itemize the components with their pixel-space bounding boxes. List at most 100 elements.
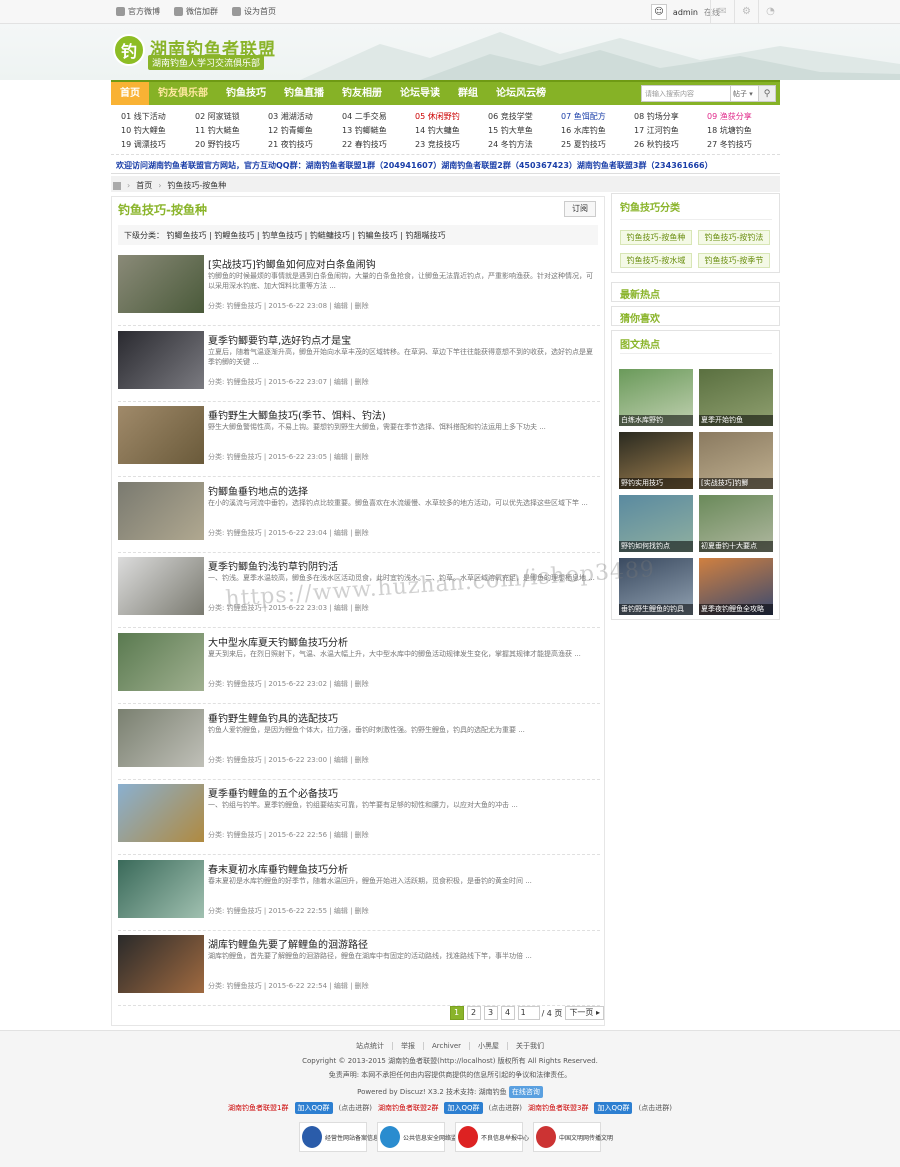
badge-icp[interactable]: 经营性网站备案信息 xyxy=(299,1122,379,1152)
list-item[interactable]: 垂钓野生鲤鱼钓具的选配技巧 钓鱼人爱钓鲤鱼，是因为鲤鱼个体大，拉力强，垂钓时刺激性… xyxy=(118,708,600,783)
online-service-button[interactable]: 在线咨询 xyxy=(508,1086,543,1098)
list-item[interactable]: 夏季垂钓鲤鱼的五个必备技巧 一、钓组与钓竿。夏季钓鲤鱼，钓组要结实可靠，钓竿要有足… xyxy=(118,784,600,858)
logo-icon[interactable]: 钓 xyxy=(113,34,145,66)
post-title[interactable]: [实战技巧]钓鲫鱼如何应对白条鱼闹钩 xyxy=(208,256,376,271)
page-2-button[interactable]: 2 xyxy=(466,1006,481,1020)
gear-icon[interactable]: ⚙ xyxy=(734,0,758,23)
list-item[interactable]: 25 夏钓技巧 xyxy=(561,139,606,150)
list-item[interactable]: 27 冬钓技巧 xyxy=(707,139,752,150)
join-qq-group-3[interactable]: 加入QQ群 xyxy=(594,1102,633,1114)
join-qq-group-2[interactable]: 加入QQ群 xyxy=(444,1102,483,1114)
list-item[interactable]: 04 二手交易 xyxy=(342,111,387,122)
search-type-select[interactable]: 帖子 ▾ xyxy=(731,85,759,102)
post-title[interactable]: 夏季钓鲫要钓草,选好钓点才是宝 xyxy=(208,332,351,347)
hot-topics-title[interactable]: 最新热点 xyxy=(612,283,779,306)
picture-hot-item[interactable]: 初夏垂钓十大要点 xyxy=(699,495,773,552)
post-thumbnail[interactable] xyxy=(118,633,204,691)
wechat-link[interactable]: 微信加群 xyxy=(174,6,218,17)
subcat-link[interactable]: 钓草鱼技巧 xyxy=(262,231,302,240)
delete-link[interactable]: 删除 xyxy=(355,756,369,764)
list-item[interactable]: 垂钓野生大鲫鱼技巧(季节、饵料、钓法) 野生大鲫鱼警惕性高，不易上钩。要想钓到野生… xyxy=(118,406,600,480)
picture-hot-item[interactable]: 野钓实用技巧 xyxy=(619,432,693,489)
nav-item-groups[interactable]: 群组 xyxy=(449,82,487,105)
edit-link[interactable]: 编辑 xyxy=(334,453,348,461)
badge-report[interactable]: 不良信息举报中心 xyxy=(455,1122,529,1152)
post-thumbnail[interactable] xyxy=(118,406,204,465)
nav-item-tips[interactable]: 钓鱼技巧 xyxy=(217,82,275,105)
join-qq-group-1[interactable]: 加入QQ群 xyxy=(294,1102,333,1114)
delete-link[interactable]: 删除 xyxy=(355,302,369,310)
footer-link[interactable]: 关于我们 xyxy=(508,1042,552,1050)
post-thumbnail[interactable] xyxy=(118,557,204,616)
picture-hot-item[interactable]: 白练水库野钓 xyxy=(619,369,693,426)
list-item[interactable]: 23 竞技技巧 xyxy=(415,139,460,150)
list-item[interactable]: 12 钓青鲫鱼 xyxy=(268,125,313,136)
delete-link[interactable]: 删除 xyxy=(355,604,369,612)
edit-link[interactable]: 编辑 xyxy=(334,831,348,839)
subcat-link[interactable]: 钓鲤鱼技巧 xyxy=(214,231,254,240)
list-item[interactable]: 16 水库钓鱼 xyxy=(561,125,606,136)
picture-hot-item[interactable]: [实战技巧]钓鲫 xyxy=(699,432,773,489)
nav-item-ranking[interactable]: 论坛风云榜 xyxy=(487,82,555,105)
picture-hot-item[interactable]: 野钓如何找钓点 xyxy=(619,495,693,552)
edit-link[interactable]: 编辑 xyxy=(334,680,348,688)
delete-link[interactable]: 删除 xyxy=(355,529,369,537)
post-thumbnail[interactable] xyxy=(118,255,204,313)
recommend-title[interactable]: 猜你喜欢 xyxy=(612,307,779,330)
list-item[interactable]: 24 冬钓方法 xyxy=(488,139,533,150)
list-item[interactable]: 01 线下活动 xyxy=(121,111,166,122)
list-item[interactable]: 13 钓鲫鲢鱼 xyxy=(342,125,387,136)
list-item[interactable]: 26 秋钓技巧 xyxy=(634,139,679,150)
picture-hot-item[interactable]: 夏季夜钓鲤鱼全攻略 xyxy=(699,558,773,615)
username[interactable]: admin xyxy=(673,8,698,17)
nav-item-album[interactable]: 钓友相册 xyxy=(333,82,391,105)
mail-icon[interactable]: ✉ xyxy=(710,0,734,23)
post-thumbnail[interactable] xyxy=(118,935,204,994)
edit-link[interactable]: 编辑 xyxy=(334,529,348,537)
post-thumbnail[interactable] xyxy=(118,330,204,389)
list-item[interactable]: 大中型水库夏天钓鲫鱼技巧分析 夏天到来后，在烈日照射下，气温、水温大幅上升，大中型… xyxy=(118,633,600,707)
page-jump-input[interactable]: 1 xyxy=(517,1006,540,1020)
subcat-link[interactable]: 钓鲫鱼技巧 xyxy=(167,231,207,240)
post-thumbnail[interactable] xyxy=(118,859,204,918)
home-icon[interactable] xyxy=(113,181,121,190)
post-thumbnail[interactable] xyxy=(118,784,204,843)
post-title[interactable]: 春末夏初水库垂钓鲤鱼技巧分析 xyxy=(208,861,348,876)
page-3-button[interactable]: 3 xyxy=(483,1006,498,1020)
delete-link[interactable]: 删除 xyxy=(355,907,369,915)
list-item[interactable]: [实战技巧]钓鲫鱼如何应对白条鱼闹钩 钓鲫鱼的时候最烦的事情就是遇到白条鱼闹钩，大… xyxy=(118,255,600,329)
post-title[interactable]: 垂钓野生大鲫鱼技巧(季节、饵料、钓法) xyxy=(208,407,386,422)
edit-link[interactable]: 编辑 xyxy=(334,982,348,990)
edit-link[interactable]: 编辑 xyxy=(334,302,348,310)
list-item[interactable]: 11 钓大鲢鱼 xyxy=(195,125,240,136)
footer-link[interactable]: 举报 xyxy=(392,1042,424,1050)
footer-link[interactable]: 站点统计 xyxy=(347,1042,393,1050)
nav-item-guide[interactable]: 论坛导读 xyxy=(391,82,449,105)
list-item[interactable]: 20 野钓技巧 xyxy=(195,139,240,150)
search-button[interactable]: ⚲ xyxy=(759,85,776,102)
subcat-link[interactable]: 钓翘嘴技巧 xyxy=(405,231,445,240)
edit-link[interactable]: 编辑 xyxy=(334,756,348,764)
subcat-link[interactable]: 钓鲢鳙技巧 xyxy=(310,231,350,240)
tag-by-season[interactable]: 钓鱼技巧-按季节 xyxy=(698,253,770,268)
delete-link[interactable]: 删除 xyxy=(355,680,369,688)
list-item[interactable]: 钓鲫鱼垂钓地点的选择 在小的溪流与河流中垂钓，选择钓点比较重要。鲫鱼喜欢在水流缓慢… xyxy=(118,481,600,556)
badge-security[interactable]: 公共信息安全网络监察 xyxy=(377,1122,463,1152)
post-title[interactable]: 大中型水库夏天钓鲫鱼技巧分析 xyxy=(208,634,348,649)
page-4-button[interactable]: 4 xyxy=(500,1006,515,1020)
list-item[interactable]: 10 钓大鲤鱼 xyxy=(121,125,166,136)
tag-by-water[interactable]: 钓鱼技巧-按水域 xyxy=(620,253,692,268)
list-item[interactable]: 09 渔获分享 xyxy=(707,111,752,122)
list-item[interactable]: 21 夜钓技巧 xyxy=(268,139,313,150)
nav-item-club[interactable]: 钓友俱乐部 xyxy=(149,82,217,105)
list-item[interactable]: 15 钓大草鱼 xyxy=(488,125,533,136)
list-item[interactable]: 14 钓大鳙鱼 xyxy=(415,125,460,136)
picture-hot-item[interactable]: 夏季开始钓鱼 xyxy=(699,369,773,426)
footer-link[interactable]: Archiver xyxy=(423,1042,471,1050)
post-thumbnail[interactable] xyxy=(118,481,204,540)
list-item[interactable]: 湖库钓鲤鱼先要了解鲤鱼的洄游路径 湖库钓鲤鱼，首先要了解鲤鱼的洄游路径，鲤鱼在湖库… xyxy=(118,935,600,1009)
badge-civilization[interactable]: 中国文明网传播文明 xyxy=(533,1122,613,1152)
list-item[interactable]: 22 春钓技巧 xyxy=(342,139,387,150)
weibo-link[interactable]: 官方微博 xyxy=(116,6,160,17)
edit-link[interactable]: 编辑 xyxy=(334,604,348,612)
